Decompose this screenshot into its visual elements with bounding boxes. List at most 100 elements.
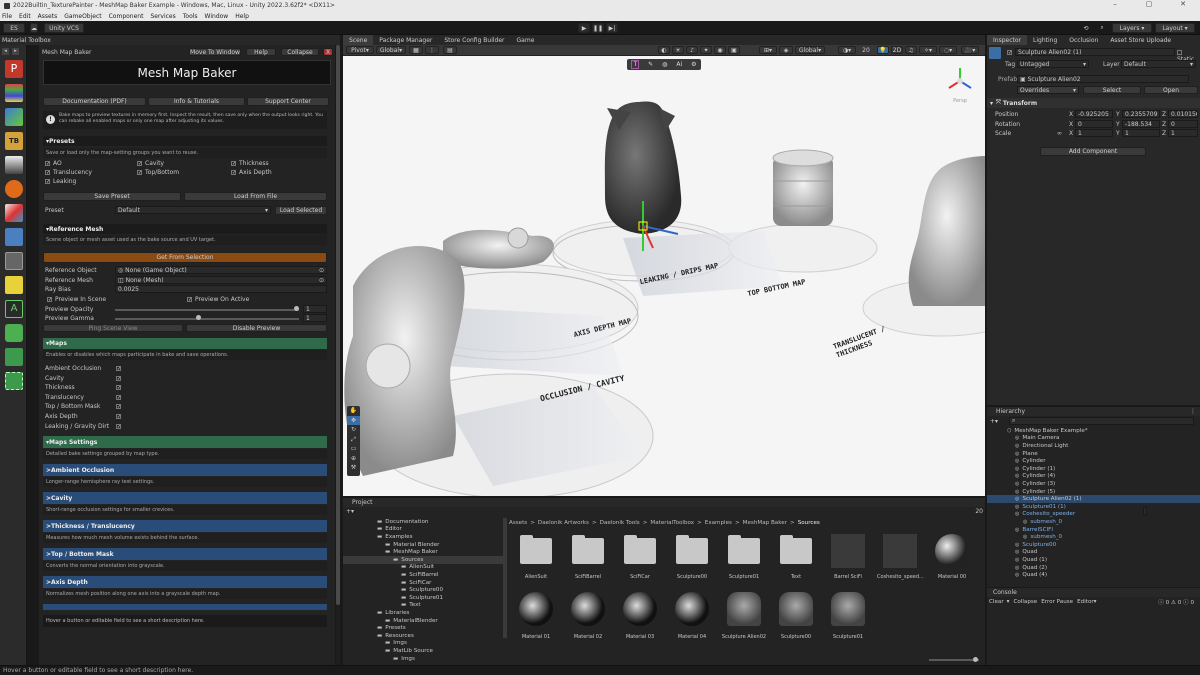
snap-icon[interactable]: ◈ — [779, 46, 793, 54]
vcs-button[interactable]: Unity VCS — [44, 23, 84, 33]
checkbox[interactable]: ✓ — [45, 161, 50, 167]
menu-services[interactable]: Services — [150, 13, 175, 20]
paint-overlay-icon[interactable]: ✎ — [648, 61, 653, 68]
map-toggle[interactable]: ✓ — [116, 413, 124, 420]
text-tool-icon[interactable]: A — [5, 300, 23, 318]
hierarchy-item[interactable]: ◎ Coshesito_speeder — [987, 511, 1200, 519]
asset-thumbnail[interactable] — [831, 592, 865, 626]
project-folder[interactable]: ▬ Documentation — [343, 518, 503, 526]
map-toggle[interactable]: ✓ — [116, 375, 124, 382]
tab-occlusion[interactable]: Occlusion — [1063, 35, 1104, 45]
maps-settings-header[interactable]: ▾ Maps Settings — [43, 436, 327, 448]
checkbox[interactable]: ✓ — [137, 161, 142, 167]
hierarchy-item[interactable]: ◎ submesh_0 — [987, 533, 1200, 541]
render-mode-icon[interactable]: ◐ — [658, 46, 670, 54]
project-folder[interactable]: ▬ Imgs — [343, 655, 503, 663]
collapse-right-icon[interactable]: ▸ — [12, 48, 19, 55]
map-toggle[interactable]: ✓ — [116, 384, 124, 391]
rect-tool-icon[interactable]: ▭ — [347, 444, 360, 454]
project-folder[interactable]: ▬ SciFiCar — [343, 579, 503, 587]
recycle-tool-icon[interactable] — [5, 324, 23, 342]
transform-header[interactable]: ▾ ⤧ Transform — [987, 98, 1200, 108]
ray-bias-field[interactable]: 0.0025 — [115, 285, 327, 293]
project-tab[interactable]: Project — [343, 499, 373, 506]
overrides-dropdown[interactable]: Overrides ▾ — [1017, 86, 1079, 94]
tab-scene[interactable]: Scene — [343, 35, 374, 45]
tab-game[interactable]: Game — [511, 35, 541, 45]
preview-in-scene-toggle[interactable]: ✓ Preview In Scene — [47, 296, 106, 303]
collapse-button[interactable]: Collapse — [281, 48, 319, 56]
project-folder[interactable]: ▬ Presets — [343, 624, 503, 632]
layout-dropdown[interactable]: Layout ▾ — [1155, 23, 1195, 33]
layer-dropdown[interactable]: Default ▾ — [1121, 60, 1196, 68]
maps-header[interactable]: ▾ Maps — [43, 338, 327, 349]
grid-tool-icon[interactable] — [5, 252, 23, 270]
hierarchy-item[interactable]: ◎ Main Camera — [987, 435, 1200, 443]
folder-icon[interactable] — [727, 534, 761, 568]
tab-asset-store-uploade[interactable]: Asset Store Uploade — [1104, 35, 1177, 45]
rotate-tool-icon[interactable]: ↻ — [347, 425, 360, 435]
asset-thumbnail[interactable] — [571, 592, 605, 626]
tab-lighting[interactable]: Lighting — [1027, 35, 1063, 45]
save-preset-button[interactable]: Save Preset — [43, 192, 181, 201]
fx-dropdown-icon[interactable]: ✧▾ — [919, 46, 937, 54]
hierarchy-item[interactable]: ◎ Cylinder (5) — [987, 488, 1200, 496]
checkbox[interactable]: ✓ — [45, 170, 50, 176]
preview-opacity-knob[interactable] — [294, 306, 299, 311]
play-button[interactable]: ▶ — [578, 23, 590, 33]
menu-tools[interactable]: Tools — [183, 13, 198, 20]
hand-tool-icon[interactable]: ✋ — [347, 406, 360, 416]
prefab-select-button[interactable]: Select — [1083, 86, 1141, 94]
folder-icon[interactable] — [675, 534, 709, 568]
shading-dropdown[interactable]: ◑▾ — [838, 46, 856, 54]
hierarchy-item[interactable]: ◎ Cylinder (3) — [987, 480, 1200, 488]
scale-tool-icon[interactable]: ⤢ — [347, 435, 360, 445]
preview-gamma-value[interactable]: 1 — [303, 314, 327, 322]
project-folder[interactable]: ▬ Libraries — [343, 609, 503, 617]
pivot-dropdown[interactable]: Pivot ▾ — [346, 46, 374, 54]
lighting-toggle-icon[interactable]: ☀ — [672, 46, 684, 54]
thumbnail-size-knob[interactable] — [973, 657, 978, 662]
project-folder[interactable]: ▬ MatLib Source — [343, 647, 503, 655]
cube-tool-icon[interactable] — [5, 108, 23, 126]
tab-package-manager[interactable]: Package Manager — [373, 35, 438, 45]
hierarchy-item[interactable]: ◎ Sculpture01 (1) — [987, 503, 1200, 511]
search-icon[interactable]: ⌕ — [1097, 23, 1107, 33]
collapse-left-icon[interactable]: ◂ — [2, 48, 9, 55]
project-folder[interactable]: ▬ SciFiBarrel — [343, 571, 503, 579]
scale-x-field[interactable]: 1 — [1075, 129, 1113, 137]
grid-visibility-icon[interactable]: ▤ — [443, 46, 457, 54]
breadcrumb-item[interactable]: Examples — [705, 520, 732, 526]
object-picker-icon[interactable]: ⊙ — [319, 267, 324, 274]
prefab-open-button[interactable]: Open — [1144, 86, 1198, 94]
pause-button[interactable]: ❚❚ — [592, 23, 604, 33]
2d-toggle-icon[interactable]: 2D — [891, 46, 903, 54]
grid-snap-icon[interactable]: ▦ — [409, 46, 423, 54]
group-header[interactable]: > Thickness / Translucency — [43, 520, 327, 532]
settings-overlay-icon[interactable]: ⚙ — [691, 61, 696, 68]
presets-header[interactable]: ▾ Presets — [43, 136, 327, 146]
get-from-selection-button[interactable]: Get From Selection — [43, 252, 327, 263]
cloud-icon[interactable]: ☁ — [30, 23, 38, 33]
group-header[interactable]: > Axis Depth — [43, 576, 327, 588]
support-center-button[interactable]: Support Center — [247, 97, 329, 106]
effects-toggle-icon[interactable]: ✦ — [700, 46, 712, 54]
project-folder[interactable]: ▬ AlienSuit — [343, 564, 503, 572]
checkbox[interactable]: ✓ — [116, 366, 121, 372]
folder-icon[interactable] — [623, 534, 657, 568]
tool-handle-icon[interactable]: ⊞▾ — [759, 46, 777, 54]
folder-icon[interactable] — [519, 534, 553, 568]
account-button[interactable]: ES — [3, 23, 25, 33]
add-grid-tool-icon[interactable] — [5, 372, 23, 390]
mesh-picker-icon[interactable]: ⊙ — [319, 277, 324, 284]
rotation-z-field[interactable]: 0 — [1168, 120, 1198, 128]
breadcrumb-item[interactable]: MaterialToolbox — [650, 520, 694, 526]
hierarchy-item[interactable]: ◎ Cylinder — [987, 457, 1200, 465]
move-to-window-button[interactable]: Move To Window — [189, 48, 241, 56]
map-toggle[interactable]: ✓ — [116, 365, 124, 372]
menu-help[interactable]: Help — [235, 13, 249, 20]
add-component-button[interactable]: Add Component — [1040, 147, 1146, 156]
move-tool-icon[interactable]: ✥ — [347, 415, 360, 425]
console-log-count[interactable]: ⓘ 0 ⚠ 0 ⓘ 0 — [1158, 598, 1194, 606]
preview-opacity-value[interactable]: 1 — [303, 305, 327, 313]
